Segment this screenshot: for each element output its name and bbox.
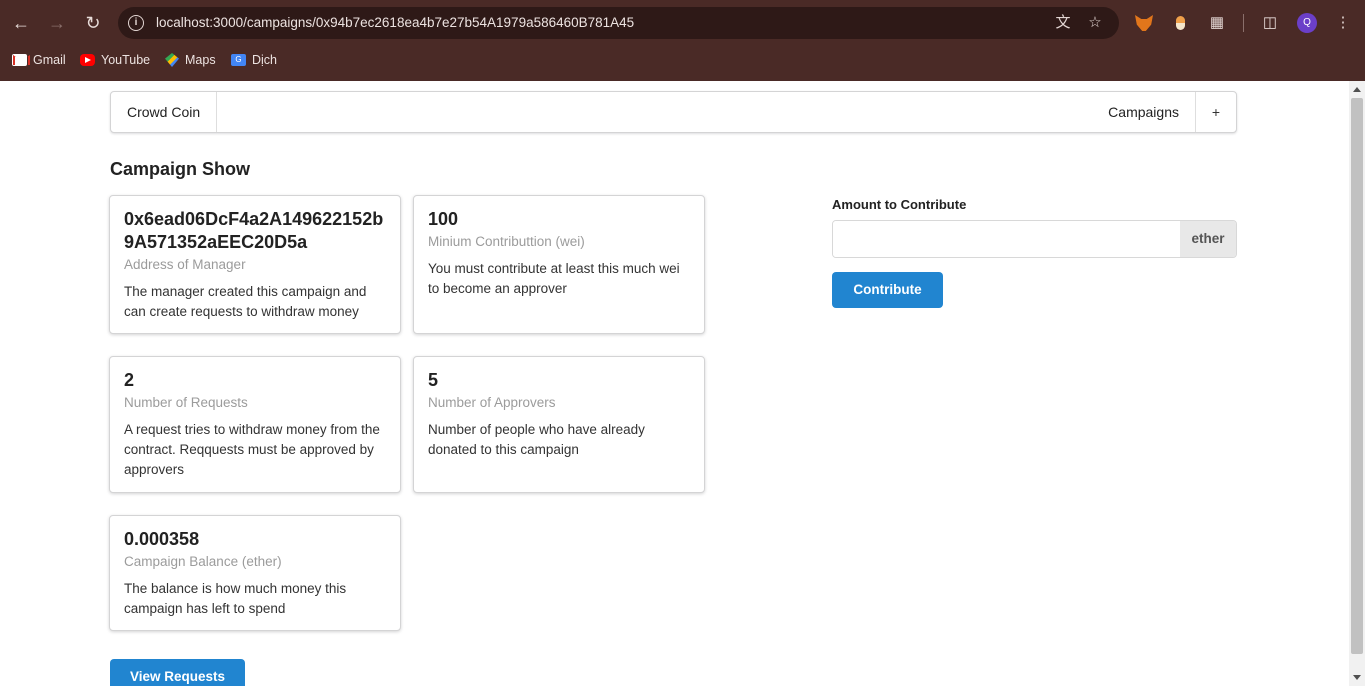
bookmark-gmail[interactable]: Gmail — [12, 51, 66, 69]
card-header: 0.000358 — [124, 529, 200, 549]
card-header: 100 — [428, 209, 459, 229]
card-header: 0x6ead06DcF4a2A149622152b9A571352aEEC20D… — [124, 209, 384, 252]
card-meta: Minium Contributtion (wei) — [428, 234, 585, 249]
approvers-card: 5 Number of Approvers Number of people w… — [413, 356, 705, 493]
manager-card: 0x6ead06DcF4a2A149622152b9A571352aEEC20D… — [109, 195, 401, 334]
card-description: The balance is how much money this campa… — [124, 581, 347, 616]
card-header: 2 — [124, 370, 135, 390]
maps-icon — [165, 53, 179, 67]
translate-icon: G — [231, 54, 246, 66]
scroll-down-arrow-icon[interactable] — [1353, 675, 1361, 680]
amount-input-group: ether — [832, 220, 1237, 258]
card-description: Number of people who have already donate… — [428, 422, 645, 457]
address-bar[interactable]: i localhost:3000/campaigns/0x94b7ec2618e… — [118, 7, 1119, 39]
amount-label: Amount to Contribute — [832, 197, 967, 212]
card-description: The manager created this campaign and ca… — [124, 284, 367, 319]
scroll-up-arrow-icon[interactable] — [1353, 87, 1361, 92]
side-panel-icon[interactable]: ◫ — [1259, 12, 1281, 34]
page-scrollbar[interactable] — [1349, 81, 1365, 686]
extensions-puzzle-icon[interactable]: ▦ — [1206, 12, 1228, 34]
card-meta: Address of Manager — [124, 257, 246, 272]
reload-icon[interactable]: ↻ — [81, 11, 105, 35]
card-meta: Campaign Balance (ether) — [124, 554, 282, 569]
contribute-button[interactable]: Contribute — [832, 272, 943, 308]
back-arrow-icon[interactable]: ← — [9, 11, 33, 35]
gmail-icon — [12, 54, 27, 66]
brand-link[interactable]: Crowd Coin — [111, 92, 218, 132]
top-menu: Crowd Coin Campaigns + — [110, 91, 1237, 133]
site-info-icon[interactable]: i — [128, 15, 144, 31]
scroll-thumb[interactable] — [1351, 98, 1363, 654]
amount-input[interactable] — [833, 221, 1181, 257]
card-meta: Number of Requests — [124, 395, 248, 410]
card-header: 5 — [428, 370, 439, 390]
translate-page-icon[interactable]: 文 — [1053, 13, 1073, 33]
extension-pill-icon[interactable] — [1176, 16, 1185, 30]
metamask-extension-icon[interactable] — [1135, 15, 1153, 31]
card-description: You must contribute at least this much w… — [428, 261, 680, 296]
min-contribution-card: 100 Minium Contributtion (wei) You must … — [413, 195, 705, 334]
bookmark-translate[interactable]: G Dịch — [231, 51, 277, 69]
browser-toolbar: ← → ↻ i localhost:3000/campaigns/0x94b7e… — [0, 0, 1365, 46]
view-requests-button[interactable]: View Requests — [110, 659, 245, 686]
card-description: A request tries to withdraw money from t… — [124, 422, 380, 477]
toolbar-divider — [1243, 14, 1244, 32]
requests-card: 2 Number of Requests A request tries to … — [109, 356, 401, 493]
add-campaign-button[interactable]: + — [1195, 92, 1236, 132]
bookmark-star-icon[interactable]: ☆ — [1085, 13, 1105, 33]
page-content: Crowd Coin Campaigns + Campaign Show 0x6… — [0, 81, 1349, 686]
browser-menu-icon[interactable]: ⋮ — [1332, 12, 1354, 34]
bookmark-maps[interactable]: Maps — [165, 51, 216, 69]
url-text[interactable]: localhost:3000/campaigns/0x94b7ec2618ea4… — [156, 15, 634, 30]
card-meta: Number of Approvers — [428, 395, 556, 410]
ether-unit-label: ether — [1180, 221, 1236, 257]
bookmark-youtube[interactable]: YouTube — [80, 51, 150, 69]
balance-card: 0.000358 Campaign Balance (ether) The ba… — [109, 515, 401, 631]
youtube-icon — [80, 54, 95, 66]
campaigns-link[interactable]: Campaigns — [1091, 92, 1195, 132]
forward-arrow-icon[interactable]: → — [45, 11, 69, 35]
page-title: Campaign Show — [110, 159, 251, 179]
profile-avatar[interactable]: Q — [1297, 13, 1317, 33]
